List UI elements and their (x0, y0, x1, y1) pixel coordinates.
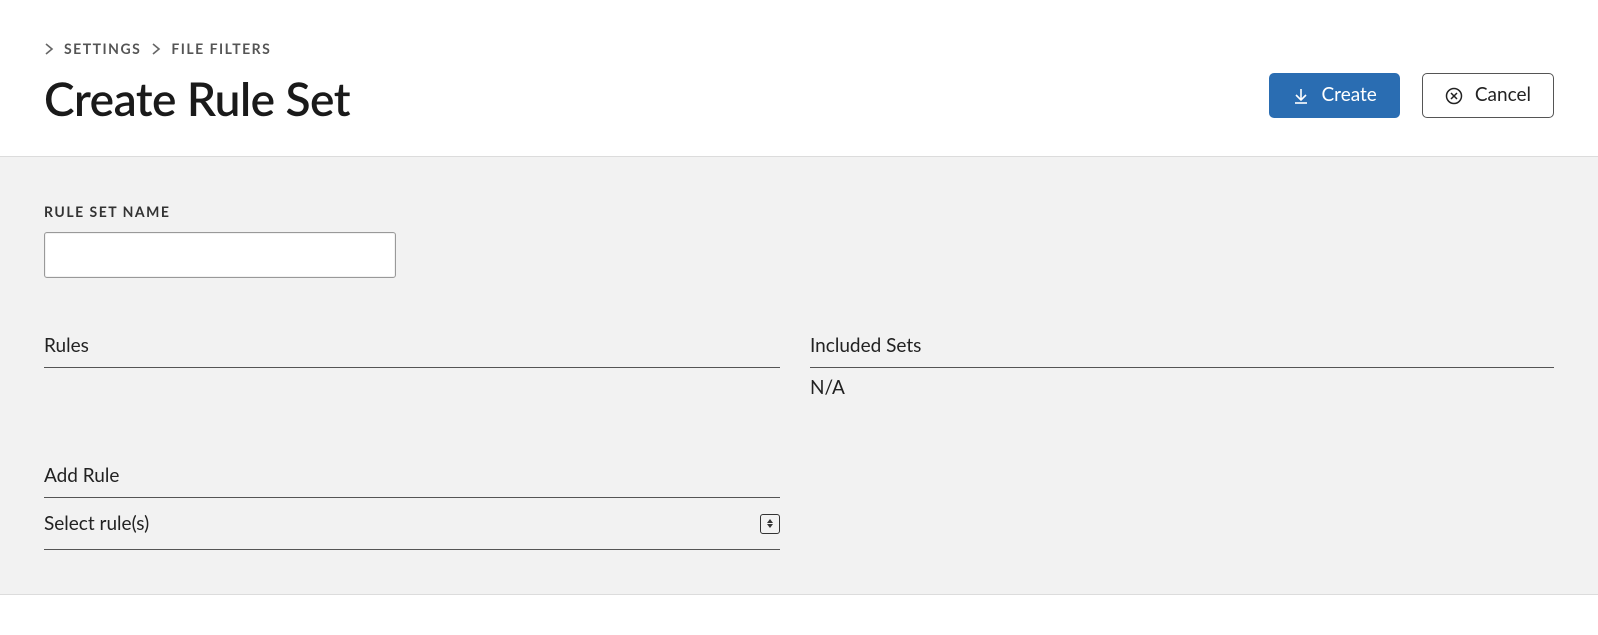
rules-heading: Rules (44, 334, 780, 368)
cancel-button-label: Cancel (1475, 84, 1531, 107)
included-sets-heading: Included Sets (810, 334, 1554, 368)
select-rules-placeholder: Select rule(s) (44, 512, 149, 535)
cancel-button[interactable]: Cancel (1422, 73, 1554, 118)
included-sets-column: Included Sets N/A (810, 334, 1554, 550)
chevron-right-icon (151, 43, 161, 55)
page-title: Create Rule Set (44, 71, 350, 126)
rule-set-name-input[interactable] (44, 232, 396, 278)
create-button-label: Create (1322, 84, 1377, 107)
header-actions: Create Cancel (1269, 73, 1554, 126)
rule-set-name-field: RULE SET NAME (44, 203, 1554, 278)
breadcrumb: SETTINGS FILE FILTERS (44, 40, 350, 57)
chevron-right-icon (44, 43, 54, 55)
rule-set-name-label: RULE SET NAME (44, 203, 1554, 220)
add-rule-block: Add Rule Select rule(s) (44, 464, 780, 550)
header-left: SETTINGS FILE FILTERS Create Rule Set (44, 40, 350, 126)
create-button[interactable]: Create (1269, 73, 1400, 118)
cancel-icon (1445, 87, 1463, 105)
breadcrumb-item-file-filters[interactable]: FILE FILTERS (171, 40, 271, 57)
breadcrumb-item-settings[interactable]: SETTINGS (64, 40, 141, 57)
rules-column: Rules Add Rule Select rule(s) (44, 334, 780, 550)
select-rules-dropdown[interactable]: Select rule(s) (44, 498, 780, 550)
content-area: RULE SET NAME Rules Add Rule Select rule… (0, 156, 1598, 595)
add-rule-heading: Add Rule (44, 464, 780, 498)
included-sets-value: N/A (810, 368, 1554, 399)
up-down-icon (760, 514, 780, 534)
page-header: SETTINGS FILE FILTERS Create Rule Set Cr… (0, 0, 1598, 156)
columns: Rules Add Rule Select rule(s) Included S… (44, 334, 1554, 550)
download-icon (1292, 87, 1310, 105)
